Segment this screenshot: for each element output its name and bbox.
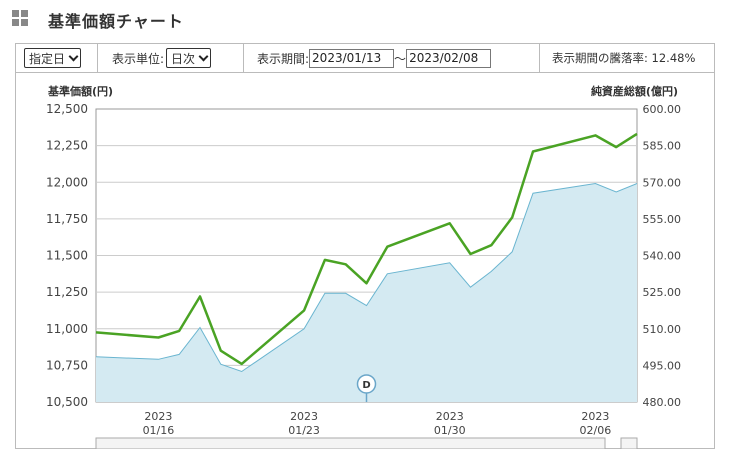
y-right-tick-label: 540.00 [643,250,682,263]
chart-controls: 指定日 表示単位: 日次 表示期間: 2023/01/13 ～ 2023/02/… [15,43,715,73]
unit-label: 表示単位: [112,51,165,66]
x-tick-date: 02/06 [580,424,612,437]
chevron-down-icon [68,51,79,61]
chart-header: 基準価額チャート [0,0,729,36]
period-select-cell: 指定日 [16,44,98,72]
x-tick-year: 2023 [581,410,609,423]
x-tick-year: 2023 [144,410,172,423]
y-right-tick-label: 585.00 [643,140,682,153]
unit-cell: 表示単位: 日次 [98,44,244,72]
page-title: 基準価額チャート [48,12,184,31]
chevron-down-icon [198,51,209,61]
y-left-tick-label: 11,000 [46,322,88,336]
y-right-tick-label: 480.00 [643,396,682,409]
y-left-tick-label: 12,000 [46,175,88,189]
y-right-tick-label: 570.00 [643,176,682,189]
y-right-tick-label: 510.00 [643,323,682,336]
unit-select[interactable]: 日次 [166,48,212,68]
range-scrollbar[interactable] [95,437,606,449]
x-tick-date: 01/30 [434,424,466,437]
y-right-tick-label: 600.00 [643,103,682,116]
marker-label: D [362,380,370,391]
y-left-tick-label: 10,500 [46,395,88,409]
y-left-tick-label: 11,750 [46,212,88,226]
range-separator: ～ [394,51,407,66]
start-date-input[interactable]: 2023/01/13 [309,48,395,68]
change-cell: 表示期間の騰落率: 12.48% [540,44,715,72]
scrollbar-handle[interactable] [620,437,638,449]
y-left-axis-label: 基準価額(円) [47,84,113,98]
nav-chart: 基準価額(円) 純資産総額(億円) 12,500 600.00 12,250 585.… [46,84,682,449]
end-date-input[interactable]: 2023/02/08 [406,48,492,68]
chart-area: 基準価額(円) 純資産総額(億円) 12,500 600.00 12,250 585.… [15,73,715,449]
y-left-tick-label: 11,250 [46,285,88,299]
grid-icon [12,10,28,26]
y-left-tick-label: 12,500 [46,102,88,116]
range-label: 表示期間: [257,51,310,66]
x-tick-date: 01/16 [143,424,175,437]
y-right-tick-label: 555.00 [643,213,682,226]
period-select[interactable]: 指定日 [24,48,82,68]
range-cell: 表示期間: 2023/01/13 ～ 2023/02/08 [244,44,540,72]
x-tick-date: 01/23 [288,424,320,437]
x-tick-year: 2023 [290,410,318,423]
y-left-tick-label: 10,750 [46,358,88,372]
period-select-value: 指定日 [29,51,66,66]
y-left-tick-label: 12,250 [46,139,88,153]
change-rate-text: 表示期間の騰落率: 12.48% [552,51,696,65]
y-right-tick-label: 495.00 [643,359,682,372]
x-tick-year: 2023 [436,410,464,423]
y-left-tick-label: 11,500 [46,249,88,263]
y-right-tick-label: 525.00 [643,286,682,299]
y-right-axis-label: 純資産総額(億円) [591,84,678,98]
unit-select-value: 日次 [171,51,196,66]
